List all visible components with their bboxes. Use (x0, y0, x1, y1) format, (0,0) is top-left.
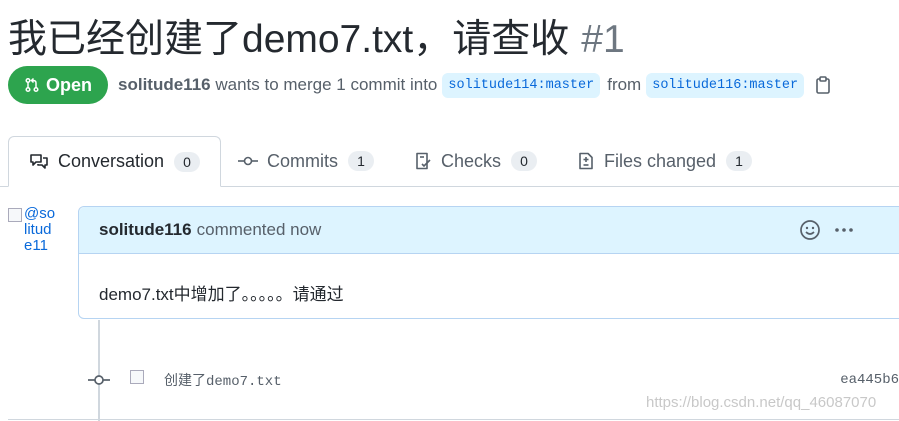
add-reaction-button[interactable] (799, 219, 821, 246)
tab-conversation[interactable]: Conversation 0 (8, 136, 222, 187)
pr-tabs: Conversation 0 Commits 1 Checks 0 Files … (0, 136, 899, 187)
tab-label: Files changed (604, 150, 717, 171)
tab-label: Checks (441, 150, 502, 171)
comment-discussion-icon (30, 153, 48, 169)
tab-label: Conversation (58, 151, 165, 171)
copy-icon (816, 76, 830, 94)
pr-summary-text: wants to merge 1 commit into (215, 75, 438, 94)
tab-checks[interactable]: Checks 0 (414, 136, 538, 186)
tab-label: Commits (267, 150, 338, 171)
pr-title: 我已经创建了demo7.txt，请查收 (8, 18, 570, 61)
divider (8, 419, 899, 420)
tab-counter: 1 (726, 151, 753, 171)
base-branch[interactable]: solitude114:master (442, 72, 601, 98)
comment-body: demo7.txt中增加了。。。。。请通过 (99, 285, 344, 304)
pr-number: #1 (581, 18, 625, 61)
comment-box: solitude116 commented now demo7.txt中增加了。 (78, 206, 899, 319)
comment-author-link[interactable]: solitude116 (99, 220, 192, 240)
state-badge: Open (8, 66, 109, 104)
pr-author-link[interactable]: solitude116 (118, 75, 211, 94)
copy-button[interactable] (815, 76, 831, 94)
from-label: from (607, 75, 642, 94)
pr-meta-row: Open solitude116 wants to merge 1 commit… (8, 66, 831, 104)
comment-header: solitude116 commented now (79, 207, 899, 254)
smiley-icon (800, 220, 820, 240)
pr-summary: solitude116 wants to merge 1 commit into (118, 75, 437, 95)
tab-counter: 0 (511, 151, 538, 171)
commit-author-avatar[interactable] (130, 370, 150, 390)
tab-files-changed[interactable]: Files changed 1 (577, 136, 753, 186)
comment-actions (799, 219, 855, 246)
commit-sha-link[interactable]: ea445b6 (840, 372, 899, 388)
file-diff-icon (579, 152, 593, 170)
tab-commits[interactable]: Commits 1 (238, 136, 374, 186)
pr-title-row: 我已经创建了demo7.txt，请查收 #1 (8, 8, 625, 64)
comment-timestamp[interactable]: commented now (197, 220, 322, 240)
commit-message-link[interactable]: 创建了demo7.txt (164, 370, 282, 390)
git-commit-icon (238, 156, 258, 166)
comment-options-button[interactable] (833, 219, 855, 246)
avatar[interactable]: @solitude116 (8, 206, 56, 254)
checklist-icon (416, 152, 431, 170)
tab-counter: 0 (174, 151, 201, 172)
commit-row: 创建了demo7.txt ea445b6 (88, 366, 899, 394)
tab-counter: 1 (348, 151, 374, 171)
kebab-horizontal-icon (835, 228, 853, 232)
broken-image-icon (8, 208, 22, 222)
head-branch[interactable]: solitude116:master (646, 72, 805, 98)
pull-request-icon (25, 77, 39, 93)
watermark: https://blog.csdn.net/qq_46087070 (646, 394, 877, 411)
git-commit-icon (88, 369, 110, 391)
state-label: Open (46, 74, 93, 95)
broken-image-icon (130, 370, 144, 384)
